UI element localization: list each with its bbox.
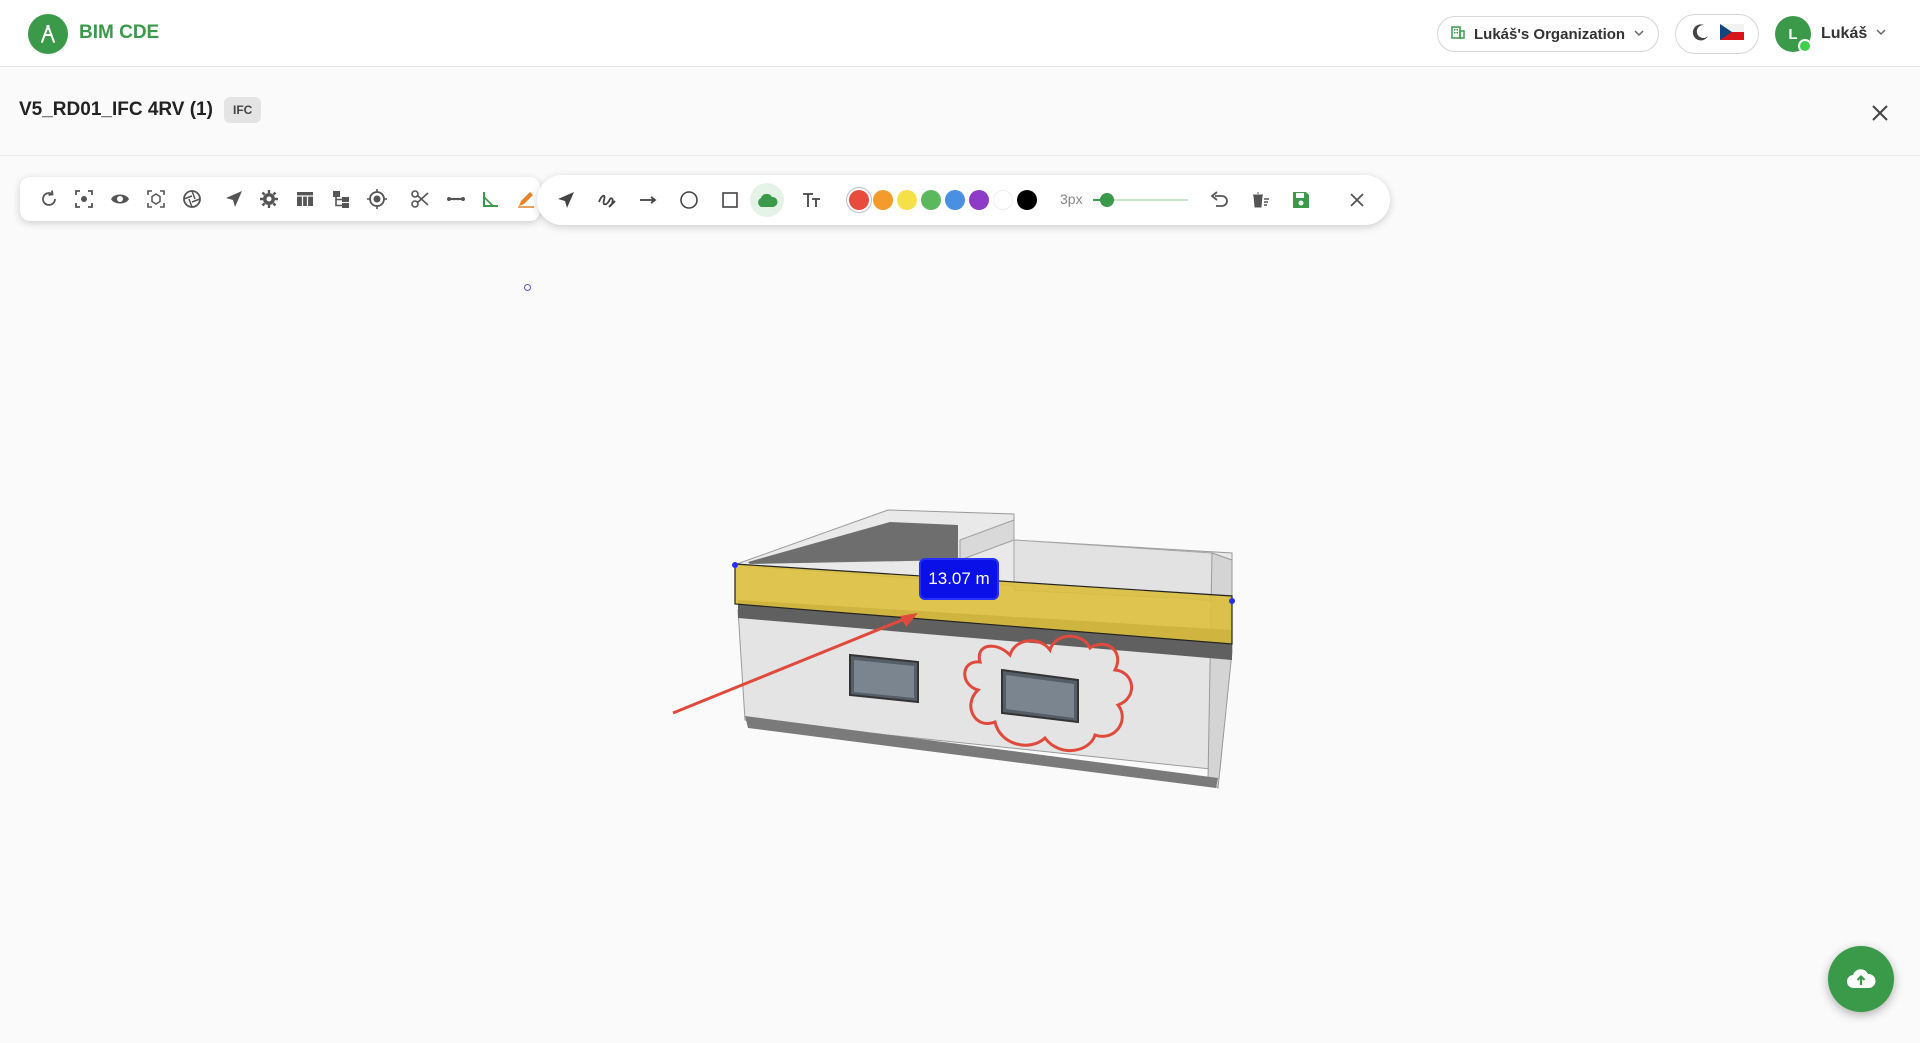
avatar[interactable]: L — [1775, 16, 1812, 53]
preferences-pill — [1675, 14, 1759, 54]
upload-button[interactable] — [1828, 946, 1894, 1012]
user-name: Lukáš — [1821, 25, 1868, 42]
save-icon[interactable] — [1287, 175, 1315, 225]
target-icon[interactable] — [363, 177, 391, 221]
close-icon — [1872, 105, 1888, 121]
color-swatch-orange[interactable] — [873, 190, 893, 210]
user-menu[interactable]: L Lukáš — [1775, 15, 1887, 53]
color-swatch-black[interactable] — [1017, 190, 1037, 210]
visibility-icon[interactable] — [106, 177, 134, 221]
settings-icon[interactable] — [255, 177, 283, 221]
organization-selector[interactable]: Lukáš's Organization — [1437, 16, 1659, 52]
markup-icon[interactable] — [512, 177, 540, 221]
pointer-icon[interactable] — [552, 175, 580, 225]
arrow-line-icon[interactable] — [634, 175, 662, 225]
color-swatch-blue[interactable] — [945, 190, 965, 210]
organization-label: Lukáš's Organization — [1474, 25, 1626, 43]
color-swatch-white[interactable] — [993, 190, 1013, 210]
distance-icon[interactable] — [442, 177, 470, 221]
cz-flag-icon[interactable] — [1719, 23, 1744, 45]
chevron-down-icon — [1633, 26, 1645, 43]
cloud-upload-icon — [1846, 969, 1876, 989]
avatar-initial: L — [1788, 25, 1798, 43]
chevron-down-icon — [1875, 25, 1887, 43]
focus-icon[interactable] — [70, 177, 98, 221]
section-cut-icon[interactable] — [406, 177, 434, 221]
circle-icon[interactable] — [675, 175, 703, 225]
undo-icon[interactable] — [1205, 175, 1233, 225]
online-status-indicator — [1798, 39, 1812, 53]
tree-icon[interactable] — [327, 177, 355, 221]
isolate-icon[interactable] — [142, 177, 170, 221]
color-swatch-red[interactable] — [849, 190, 869, 210]
close-icon[interactable] — [1343, 175, 1371, 225]
freehand-icon[interactable] — [593, 175, 621, 225]
stroke-width-label: 3px — [1060, 191, 1083, 207]
viewer-toolbar — [20, 177, 540, 221]
model-header: V5_RD01_IFC 4RV (1) IFC — [0, 67, 1920, 156]
top-bar: BIM CDE Lukáš's Organization L Lukáš — [0, 0, 1920, 67]
cursor-marker — [524, 284, 531, 291]
close-viewer-button[interactable] — [1866, 99, 1894, 127]
3d-viewport[interactable]: 13.07 m — [0, 156, 1920, 1043]
table-icon[interactable] — [291, 177, 319, 221]
app-name[interactable]: BIM CDE — [79, 22, 159, 44]
logo-icon[interactable] — [28, 14, 68, 54]
navigate-icon[interactable] — [220, 177, 248, 221]
format-badge: IFC — [224, 97, 262, 123]
angle-icon[interactable] — [477, 177, 505, 221]
measurement-label[interactable]: 13.07 m — [919, 558, 999, 600]
model-title: V5_RD01_IFC 4RV (1) — [19, 99, 213, 120]
text-icon[interactable] — [798, 175, 826, 225]
delete-icon[interactable] — [1246, 175, 1274, 225]
refresh-icon[interactable] — [35, 177, 63, 221]
rectangle-icon[interactable] — [716, 175, 744, 225]
color-swatch-purple[interactable] — [969, 190, 989, 210]
aperture-icon[interactable] — [178, 177, 206, 221]
color-swatch-green[interactable] — [921, 190, 941, 210]
moon-icon[interactable] — [1691, 22, 1711, 47]
stroke-width-slider[interactable] — [1100, 193, 1115, 207]
markup-toolbar: 3px — [537, 175, 1390, 225]
color-swatch-yellow[interactable] — [897, 190, 917, 210]
cloud-icon[interactable] — [753, 175, 781, 225]
building-icon — [1450, 24, 1466, 44]
